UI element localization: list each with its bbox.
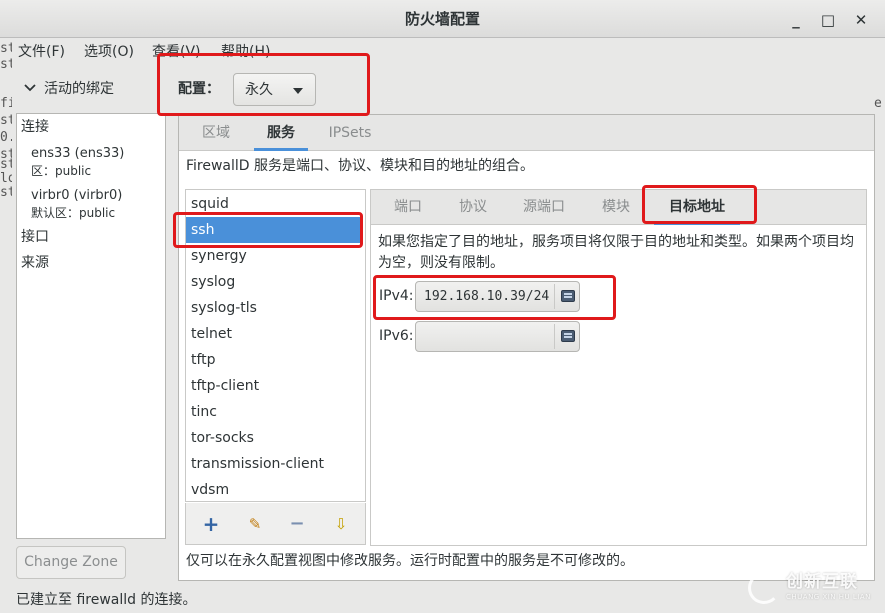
minimize-button[interactable]: _ [785, 9, 807, 31]
change-zone-button[interactable]: Change Zone [16, 546, 126, 579]
service-item[interactable]: syslog-tls [186, 295, 361, 321]
binding-connection-name[interactable]: virbr0 (virbr0) [31, 187, 122, 204]
window-title: 防火墙配置 [404, 10, 480, 28]
active-bindings-expander[interactable]: 活动的绑定 [24, 78, 114, 100]
service-item[interactable]: tinc [186, 399, 361, 425]
service-item[interactable]: syslog [186, 269, 361, 295]
service-item[interactable]: tor-socks [186, 425, 361, 451]
ipv6-label: IPv6: [379, 328, 414, 344]
active-tab-indicator [254, 148, 308, 151]
watermark-subtitle: CHUANG XIN HU LIAN [786, 593, 871, 601]
bindings-connections-label: 连接 [21, 119, 49, 135]
menu-file[interactable]: 文件(F) [18, 42, 65, 62]
terminal-fragment: st [0, 186, 12, 199]
terminal-fragment: st [0, 114, 12, 127]
service-tab-bar: 端口 协议 源端口 模块 目标地址 [371, 190, 866, 225]
remove-service-icon[interactable]: − [286, 513, 308, 535]
bindings-sources-label: 来源 [21, 255, 49, 271]
annotation-box-ssh [173, 212, 363, 248]
tab-source-ports[interactable]: 源端口 [513, 190, 575, 225]
bindings-interfaces-label: 接口 [21, 229, 49, 245]
terminal-fragment: lo [0, 172, 12, 185]
permanent-edit-note: 仅可以在永久配置视图中修改服务。运行时配置中的服务是不可修改的。 [186, 553, 634, 569]
tab-protocols[interactable]: 协议 [449, 190, 497, 225]
service-item[interactable]: telnet [186, 321, 361, 347]
binding-connection-name[interactable]: ens33 (ens33) [31, 145, 124, 162]
terminal-fragment: st [0, 158, 12, 171]
chevron-down-icon [24, 78, 36, 100]
watermark-logo-icon [748, 572, 780, 604]
close-button[interactable]: ✕ [850, 9, 872, 31]
edit-service-icon[interactable]: ✎ [244, 513, 266, 535]
ipv6-edit-button[interactable] [554, 324, 579, 349]
tab-zones[interactable]: 区域 [187, 115, 245, 151]
add-service-icon[interactable]: + [200, 513, 222, 535]
terminal-fragment: fi [0, 97, 12, 110]
services-description: FirewallD 服务是端口、协议、模块和目的地址的组合。 [186, 158, 535, 174]
tab-ipsets[interactable]: IPSets [320, 115, 380, 151]
annotation-box-destination-tab [642, 185, 757, 224]
tab-modules[interactable]: 模块 [593, 190, 639, 225]
maximize-button[interactable]: □ [817, 9, 839, 31]
terminal-fragment: st [0, 58, 12, 71]
service-item[interactable]: transmission-client [186, 451, 361, 477]
annotation-box-ipv4 [373, 275, 616, 320]
main-tab-bar: 区域 服务 IPSets [179, 115, 874, 151]
service-item[interactable]: vdsm [186, 477, 361, 503]
ipv6-field[interactable] [415, 321, 580, 352]
destination-description: 如果您指定了目的地址，服务项目将仅限于目的地址和类型。如果两个项目均为空，则没有… [378, 234, 854, 271]
terminal-fragment: 0. [0, 131, 12, 144]
tab-services[interactable]: 服务 [254, 115, 308, 151]
menu-options[interactable]: 选项(O) [84, 42, 134, 62]
service-item[interactable]: tftp-client [186, 373, 361, 399]
binding-connection-zone: 区：public [31, 164, 92, 178]
annotation-box-config [157, 53, 370, 116]
watermark-brand: 创新互联 [786, 572, 858, 592]
terminal-fragment: e [874, 97, 882, 110]
active-bindings-label: 活动的绑定 [44, 81, 114, 97]
tab-ports[interactable]: 端口 [385, 190, 431, 225]
terminal-fragment: st [0, 42, 12, 55]
watermark: 创新互联 CHUANG XIN HU LIAN [748, 568, 880, 608]
binding-connection-zone: 默认区：public [31, 206, 116, 220]
edit-entry-icon [561, 330, 575, 342]
load-defaults-icon[interactable]: ⇩ [330, 513, 352, 535]
status-text: 已建立至 firewalld 的连接。 [16, 592, 197, 608]
service-item[interactable]: tftp [186, 347, 361, 373]
